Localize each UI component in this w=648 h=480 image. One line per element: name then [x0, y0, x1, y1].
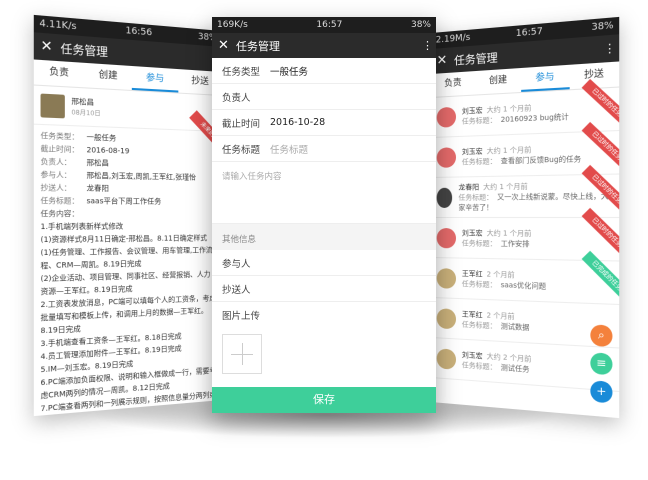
item-subject-text: 工作安排 — [500, 239, 530, 248]
item-text: 刘玉宏 大约 1 个月前 任务标题： 20160923 bug统计 — [462, 100, 569, 126]
avatar — [40, 92, 65, 118]
more-icon[interactable]: ⋮ — [604, 41, 616, 56]
close-icon[interactable]: ✕ — [218, 38, 236, 53]
task-detail: 任务类型： 一般任务 截止时间： 2016-08-19 负责人： 邢松昌 参与人： 邢松昌,刘… — [34, 125, 222, 416]
save-button[interactable]: 保存 — [212, 387, 436, 413]
item-time: 大约 1 个月前 — [486, 103, 532, 114]
item-subject-label: 任务标题： — [458, 192, 494, 202]
item-subject: 任务标题： 测试数据 — [462, 319, 530, 333]
right-phone-screen: 2.19M/s 16:57 38% ✕ 任务管理 ⋮ 负责 创建 参与 抄送 刘玉宏 大约 1 … — [431, 16, 620, 419]
tab-1[interactable]: 创建 — [475, 68, 521, 95]
avatar — [436, 106, 457, 128]
task-list: 刘玉宏 大约 1 个月前 任务标题： 20160923 bug统计 已过时的任务 刘玉宏大… — [431, 78, 620, 393]
clock: 16:57 — [316, 20, 343, 30]
task-type-value: 一般任务 — [270, 66, 309, 78]
task-type-row[interactable]: 任务类型 一般任务 — [212, 58, 436, 84]
left-phone-screen: 4.11K/s16:5638% ✕任务管理⋮ 负责创建参与抄送 邢松昌08月10… — [33, 14, 222, 417]
participants-row[interactable]: 参与人 — [212, 250, 436, 276]
avatar — [436, 307, 457, 329]
tab-0[interactable]: 负责 — [34, 59, 84, 87]
item-text: 王军红 2 个月前 任务标题： 测试数据 — [462, 309, 530, 333]
page-title: 任务管理 — [236, 39, 280, 53]
item-subject-label: 任务标题： — [461, 319, 497, 330]
avatar — [436, 227, 457, 248]
item-subject-label: 任务标题： — [461, 156, 497, 166]
avatar — [436, 146, 457, 168]
item-subject-label: 任务标题： — [461, 238, 497, 248]
task-date: 08月10日 — [71, 109, 101, 118]
item-time: 2 个月前 — [486, 310, 515, 321]
field-label: 截止时间： — [40, 144, 80, 155]
field-label: 抄送人： — [40, 183, 72, 193]
avatar — [436, 347, 457, 370]
task-title-row: 任务标题 任务标题 — [212, 136, 436, 162]
item-name: 刘玉宏 大约 1 个月前 — [461, 228, 532, 238]
item-subject-text: 查看部门反馈Bug的任务 — [500, 154, 582, 165]
task-title-input[interactable]: 任务标题 — [270, 142, 308, 156]
item-text: 刘玉宏 大约 2 个月前 任务标题： 测试任务 — [462, 349, 532, 374]
task-type-label: 任务类型 — [222, 66, 261, 78]
add-fab-icon[interactable]: + — [590, 380, 613, 404]
participants-label: 参与人 — [222, 258, 251, 270]
filter-fab-icon[interactable]: ≡ — [590, 352, 613, 376]
item-subject: 任务标题： 工作安排 — [462, 238, 532, 249]
item-time: 大约 1 个月前 — [486, 145, 532, 155]
field-value: 龙春阳 — [86, 184, 109, 193]
cc-label: 抄送人 — [222, 284, 251, 296]
tab-2[interactable]: 参与 — [521, 64, 570, 92]
item-text: 王军红 2 个月前 任务标题： saas优化问题 — [462, 268, 546, 291]
deadline-label: 截止时间 — [222, 118, 261, 130]
screenshot-stage: 4.11K/s16:5638% ✕任务管理⋮ 负责创建参与抄送 邢松昌08月10… — [0, 0, 648, 480]
close-icon[interactable]: ✕ — [41, 38, 61, 56]
network-speed: 169K/s — [217, 20, 248, 30]
detail-row: 任务标题： saas平台下周工作任务 — [41, 194, 217, 208]
tab-0[interactable]: 负责 — [431, 71, 475, 97]
item-subject: 任务标题： saas优化问题 — [462, 278, 546, 291]
item-subject-text: 20160923 bug统计 — [500, 112, 569, 124]
owner-row[interactable]: 负责人 — [212, 84, 436, 110]
status-bar: 169K/s 16:57 38% — [212, 17, 436, 33]
center-phone-screen: 169K/s 16:57 38% ✕ 任务管理 ⋮ 任务类型 一般任务 负责人 截止时间 2… — [212, 17, 436, 413]
field-label: 负责人： — [40, 157, 72, 167]
item-time: 2 个月前 — [486, 269, 515, 279]
battery-level: 38% — [410, 20, 431, 30]
clock: 16:57 — [515, 26, 543, 40]
more-icon[interactable]: ⋮ — [422, 39, 433, 52]
item-time: 大约 1 个月前 — [486, 228, 532, 238]
field-value: saas平台下周工作任务 — [86, 196, 162, 206]
item-subject-text: 测试数据 — [500, 321, 530, 332]
item-text: 刘玉宏 大约 1 个月前 任务标题： 工作安排 — [462, 228, 532, 249]
deadline-value: 2016-10-28 — [270, 117, 326, 128]
item-subject-label: 任务标题： — [461, 360, 497, 372]
search-fab-icon[interactable]: ⌕ — [590, 324, 613, 348]
tab-1[interactable]: 创建 — [84, 63, 132, 90]
field-label: 任务标题： — [40, 196, 80, 206]
battery-level: 38% — [591, 20, 614, 34]
avatar — [436, 187, 453, 208]
avatar — [436, 267, 457, 289]
cc-row[interactable]: 抄送人 — [212, 276, 436, 302]
deadline-row[interactable]: 截止时间 2016-10-28 — [212, 110, 436, 136]
item-subject-label: 任务标题： — [461, 279, 497, 289]
content-label: 任务内容： — [40, 209, 80, 219]
owner-label: 负责人 — [222, 92, 251, 104]
add-image-button[interactable] — [222, 334, 262, 374]
item-subject-text: saas优化问题 — [500, 280, 547, 291]
list-item[interactable]: 王军红 2 个月前 任务标题： saas优化问题 已完成的任务 — [431, 250, 620, 306]
task-title-label: 任务标题 — [222, 144, 261, 156]
other-info-heading: 其他信息 — [212, 224, 436, 250]
field-label: 参与人： — [40, 170, 72, 180]
image-upload-label: 图片上传 — [222, 311, 261, 322]
item-time: 大约 1 个月前 — [483, 181, 528, 191]
item-subject-text: 测试任务 — [500, 363, 530, 374]
app-bar: ✕任务管理 ⋮ — [212, 33, 436, 58]
network-speed: 2.19M/s — [435, 32, 471, 46]
clock: 16:56 — [125, 25, 153, 39]
item-text: 刘玉宏 大约 1 个月前 任务标题： 查看部门反馈Bug的任务 — [462, 143, 581, 167]
tab-2[interactable]: 参与 — [131, 65, 178, 93]
item-subject-label: 任务标题： — [461, 115, 497, 126]
task-content-input[interactable]: 请输入任务内容 — [212, 162, 436, 224]
network-speed: 4.11K/s — [39, 18, 77, 33]
close-icon[interactable]: ✕ — [437, 52, 454, 69]
